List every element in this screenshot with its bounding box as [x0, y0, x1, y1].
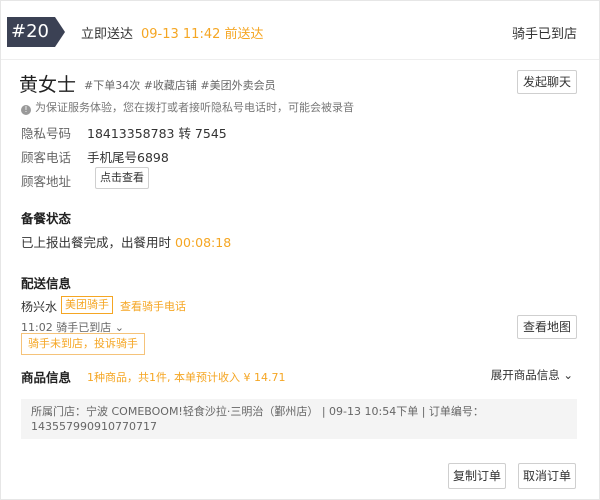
recording-notice: ! 为保证服务体验，您在拨打或者接听隐私号电话时，可能会被录音 [21, 99, 354, 115]
notice-text: 为保证服务体验，您在拨打或者接听隐私号电话时，可能会被录音 [35, 101, 354, 114]
info-icon: ! [21, 105, 31, 115]
prep-status-title: 备餐状态 [21, 211, 72, 226]
start-chat-button[interactable]: 发起聊天 [517, 70, 577, 94]
order-meta-line: 所属门店：宁波 COMEBOOM!轻食沙拉·三明治（鄞州店） | 09-13 1… [31, 405, 484, 418]
privacy-number-value: 18413358783 转 7545 [87, 126, 227, 141]
rider-status: 骑手已到店 [511, 27, 577, 42]
order-id-value: 143557990910770717 [31, 420, 157, 433]
order-number-badge: #20 [7, 17, 65, 47]
goods-summary: 1种商品，共1件, 本单预计收入 ¥ 14.71 [87, 371, 286, 384]
prep-duration: 00:08:18 [175, 235, 232, 250]
view-map-button[interactable]: 查看地图 [517, 315, 577, 339]
complain-rider-button[interactable]: 骑手未到店，投诉骑手 [21, 333, 145, 355]
customer-address-label: 顾客地址 [21, 174, 72, 189]
customer-tags: #下单34次 #收藏店铺 #美团外卖会员 [84, 79, 276, 92]
prep-status-message: 已上报出餐完成，出餐用时 [21, 235, 172, 250]
customer-name: 黄女士 [19, 74, 77, 96]
rider-type-badge: 美团骑手 [61, 296, 113, 314]
customer-phone-value: 手机尾号6898 [87, 150, 169, 165]
privacy-number-label: 隐私号码 [21, 126, 72, 141]
delivery-deadline: 09-13 11:42 前送达 [141, 27, 264, 42]
delivery-info-title: 配送信息 [21, 276, 72, 291]
cancel-order-button[interactable]: 取消订单 [518, 463, 576, 489]
order-header: #20 立即送达 09-13 11:42 前送达 骑手已到店 [1, 1, 599, 60]
copy-order-button[interactable]: 复制订单 [448, 463, 506, 489]
view-address-button[interactable]: 点击查看 [95, 167, 149, 189]
rider-name: 杨兴水 [21, 300, 58, 314]
prep-status-text: 已上报出餐完成，出餐用时 00:08:18 [21, 232, 231, 251]
view-rider-phone-link[interactable]: 查看骑手电话 [120, 298, 186, 314]
customer-phone-label: 顾客电话 [21, 150, 72, 165]
goods-info-title: 商品信息 [21, 370, 72, 385]
order-meta-box: 所属门店：宁波 COMEBOOM!轻食沙拉·三明治（鄞州店） | 09-13 1… [21, 399, 577, 439]
delivery-type: 立即送达 [81, 27, 134, 42]
expand-goods-toggle[interactable]: 展开商品信息 ⌄ [491, 367, 573, 383]
order-card: #20 立即送达 09-13 11:42 前送达 骑手已到店 黄女士 #下单34… [0, 0, 600, 500]
